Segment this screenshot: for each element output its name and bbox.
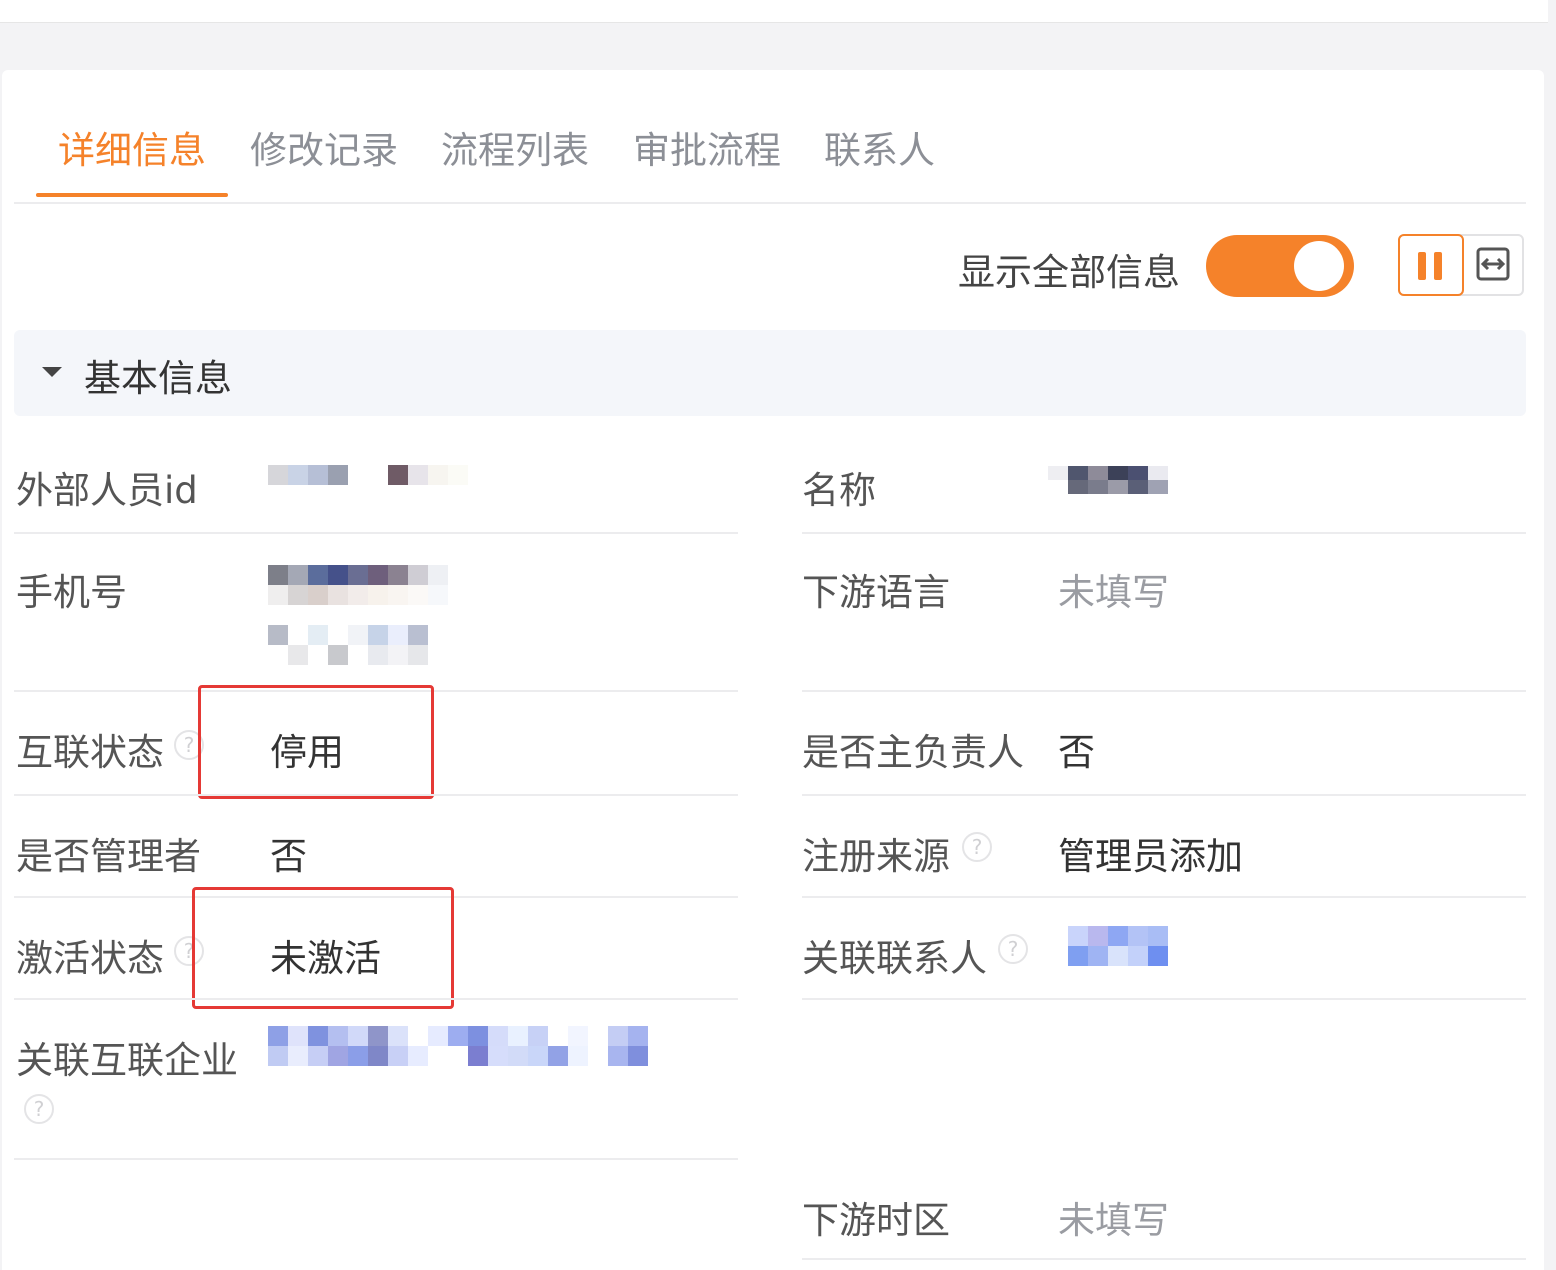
field-label-is-admin: 是否管理者	[16, 835, 201, 878]
row-divider	[14, 794, 738, 796]
field-label-linked-contact: 关联联系人	[802, 937, 987, 980]
question-circle-icon[interactable]: ?	[998, 934, 1028, 964]
linked-contact-value-redacted[interactable]	[1068, 926, 1168, 966]
field-label-is-primary-owner: 是否主负责人	[802, 731, 1024, 774]
row-divider	[802, 690, 1526, 692]
question-circle-icon[interactable]: ?	[962, 832, 992, 862]
field-value-is-admin: 否	[270, 835, 307, 878]
tab-contacts[interactable]: 联系人	[824, 120, 935, 174]
two-column-icon	[1418, 252, 1442, 280]
highlight-box	[198, 685, 434, 799]
row-divider	[14, 532, 738, 534]
linked-enterprise-value-redacted	[268, 1026, 648, 1066]
row-divider	[802, 532, 1526, 534]
expand-width-icon	[1476, 247, 1510, 281]
active-tab-indicator	[36, 193, 228, 197]
tab-details[interactable]: 详细信息	[58, 120, 206, 174]
layout-switch	[1398, 234, 1524, 296]
field-value-registration-source: 管理员添加	[1058, 835, 1243, 878]
top-bar	[0, 0, 1556, 23]
toggle-knob	[1294, 241, 1344, 291]
row-divider	[802, 794, 1526, 796]
external-id-value-redacted	[268, 465, 468, 485]
field-value-downstream-timezone: 未填写	[1058, 1199, 1169, 1242]
phone-value-redacted	[268, 565, 508, 665]
row-divider	[802, 998, 1526, 1000]
section-title: 基本信息	[84, 357, 232, 400]
field-label-linked-enterprise: 关联互联企业	[16, 1039, 238, 1082]
field-label-activation-status: 激活状态	[16, 937, 164, 980]
page-gutter	[1548, 0, 1556, 1262]
tab-change-log[interactable]: 修改记录	[250, 120, 398, 174]
field-value-downstream-language: 未填写	[1058, 571, 1169, 614]
field-label-downstream-timezone: 下游时区	[802, 1199, 950, 1242]
field-label-name: 名称	[802, 469, 876, 512]
row-divider	[802, 896, 1526, 898]
field-label-phone: 手机号	[16, 571, 127, 614]
tab-process-list[interactable]: 流程列表	[441, 120, 589, 174]
full-width-layout-button[interactable]	[1464, 236, 1522, 294]
question-circle-icon[interactable]: ?	[24, 1094, 54, 1124]
tab-approval-flow[interactable]: 审批流程	[633, 120, 781, 174]
row-divider	[14, 1158, 738, 1160]
field-label-downstream-language: 下游语言	[802, 571, 950, 614]
field-label-registration-source: 注册来源	[802, 835, 950, 878]
row-divider	[14, 998, 738, 1000]
tab-bar: 详细信息 修改记录 流程列表 审批流程 联系人	[14, 100, 1526, 204]
two-column-layout-button[interactable]	[1398, 234, 1464, 296]
field-label-external-id: 外部人员id	[16, 469, 198, 512]
row-divider	[802, 1258, 1526, 1260]
field-value-is-primary-owner: 否	[1058, 731, 1095, 774]
caret-down-icon[interactable]	[40, 364, 64, 380]
show-all-info-toggle[interactable]	[1206, 235, 1354, 297]
name-value-redacted	[1048, 466, 1168, 494]
section-basic-info[interactable]: 基本信息	[14, 330, 1526, 416]
show-all-info-label: 显示全部信息	[958, 251, 1180, 294]
field-label-interconnect-status: 互联状态	[16, 731, 164, 774]
highlight-box	[192, 887, 454, 1009]
